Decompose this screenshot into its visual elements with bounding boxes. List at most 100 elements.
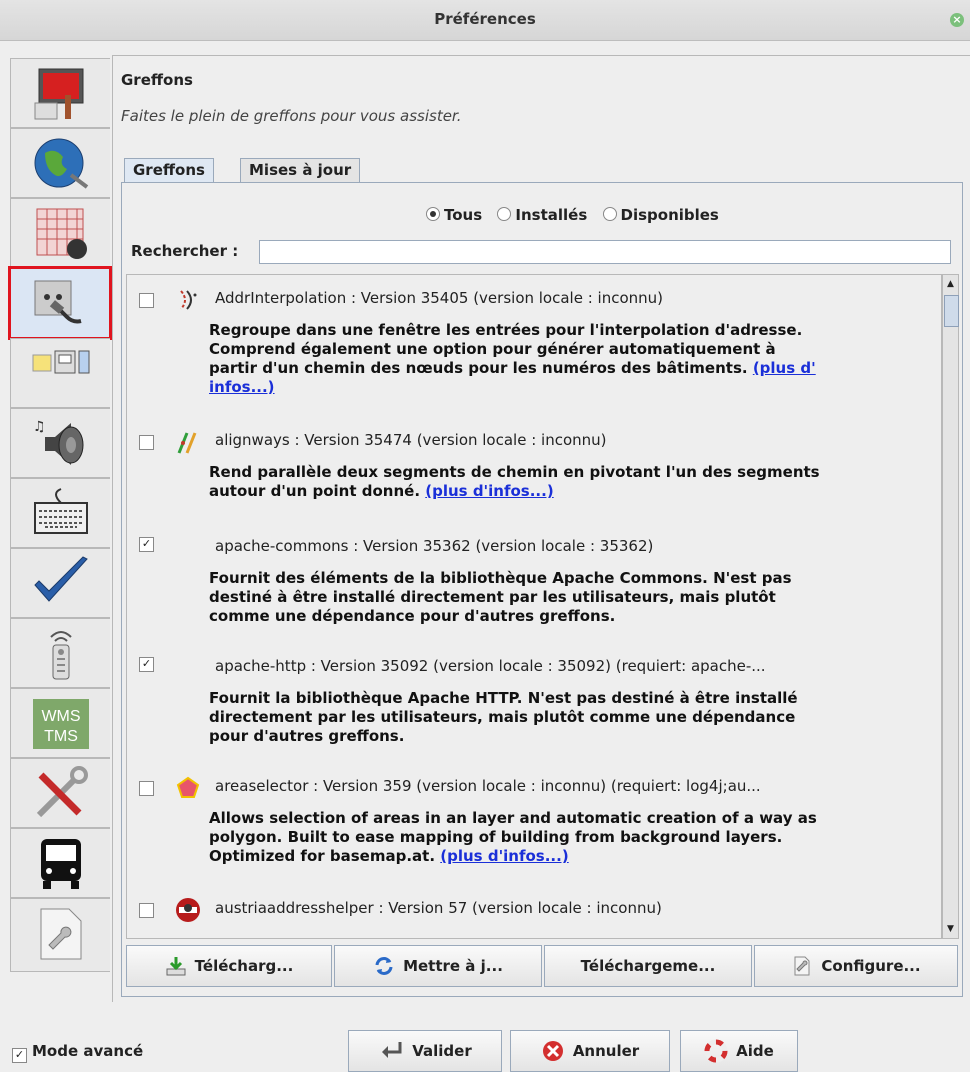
plugin-checkbox[interactable] (139, 903, 154, 918)
grid-projection-icon (36, 208, 87, 259)
sidebar-tab-map[interactable] (10, 128, 110, 198)
remote-control-icon (50, 631, 72, 680)
cancel-button[interactable]: Annuler (510, 1030, 670, 1072)
button-label: Mettre à j... (403, 957, 503, 975)
dialog-footer: ✓ Mode avancé Valider Annuler Aide (0, 1020, 970, 1072)
desc-line: directement par les utilisateurs, mais p… (209, 708, 796, 726)
sidebar-tab-remote[interactable] (10, 618, 110, 688)
desc-line: Fournit des éléments de la bibliothèque … (209, 569, 792, 587)
more-info-link[interactable]: (plus d'infos...) (425, 482, 553, 500)
plugin-checkbox[interactable]: ✓ (139, 657, 154, 672)
plugin-title: apache-commons : Version 35362 (version … (215, 537, 654, 555)
sidebar-tab-plugin-settings[interactable] (10, 898, 110, 972)
sidebar-tab-toolbar[interactable] (10, 338, 110, 408)
sidebar-tab-imagery[interactable]: WMS TMS (10, 688, 110, 758)
plugin-list-scrollbar[interactable]: ▲ ▼ (942, 274, 959, 939)
plugin-title: austriaaddresshelper : Version 57 (versi… (215, 899, 662, 917)
sidebar-tab-validator[interactable] (10, 548, 110, 618)
plugin-list: AddrInterpolation : Version 35405 (versi… (126, 274, 942, 939)
download-list-button[interactable]: Téléchargeme... (544, 945, 752, 987)
plugin-description: Allows selection of areas in an layer an… (209, 809, 929, 866)
addr-interpolation-icon (180, 290, 197, 310)
sidebar-tab-display[interactable] (10, 58, 110, 128)
panel-subtitle: Faites le plein de greffons pour vous as… (121, 107, 462, 125)
radio-label: Disponibles (620, 206, 719, 224)
plugin-description: Fournit la bibliothèque Apache HTTP. N'e… (209, 689, 929, 746)
title-bar: Préférences × (0, 0, 970, 41)
tab-updates[interactable]: Mises à jour (240, 158, 361, 182)
advanced-mode-checkbox[interactable]: ✓ Mode avancé (12, 1042, 143, 1063)
button-label: Téléchargeme... (580, 957, 716, 975)
desc-line: Optimized for basemap.at. (209, 847, 436, 865)
toolbar-icon (32, 350, 90, 374)
sidebar-tab-advanced[interactable] (10, 758, 110, 828)
radio-dot (497, 207, 512, 221)
button-label: Configure... (821, 957, 921, 975)
globe-icon (34, 138, 89, 189)
tab-plugins[interactable]: Greffons (124, 158, 214, 182)
radio-installed[interactable]: Installés (497, 206, 587, 224)
download-icon (166, 957, 186, 976)
wms-label: WMS (41, 708, 80, 725)
desc-line: partir d'un chemin des nœuds pour les nu… (209, 359, 748, 377)
scroll-down-icon[interactable]: ▼ (944, 922, 957, 936)
sidebar-tab-transit[interactable] (10, 828, 110, 898)
sidebar-tab-keyboard[interactable] (10, 478, 110, 548)
lifebuoy-icon (704, 1039, 728, 1063)
plugin-checkbox[interactable]: ✓ (139, 537, 154, 552)
configure-button[interactable]: Configure... (754, 945, 958, 987)
paint-display-icon (34, 68, 84, 120)
sidebar-tab-audio[interactable]: ♫ (10, 408, 110, 478)
more-info-link[interactable]: (plus d'infos...) (440, 847, 568, 865)
plugin-action-bar: Télécharg... Mettre à j... Téléchargeme.… (126, 945, 958, 989)
refresh-icon (375, 957, 393, 975)
filter-radio-group: Tous Installés Disponibles (426, 206, 729, 224)
checkmark-icon (34, 556, 88, 602)
radio-label: Installés (515, 206, 588, 224)
window-title: Préférences (434, 10, 536, 28)
austria-address-icon (176, 898, 200, 922)
search-input[interactable] (259, 240, 951, 264)
plugin-title: AddrInterpolation : Version 35405 (versi… (215, 289, 664, 307)
button-label: Aide (736, 1042, 774, 1060)
sidebar-tab-projection[interactable] (10, 198, 110, 268)
radio-label: Tous (444, 206, 483, 224)
plugin-description: Fournit des éléments de la bibliothèque … (209, 569, 929, 626)
desc-line: Rend parallèle deux segments de chemin e… (209, 463, 820, 481)
more-info-link[interactable]: (plus d' (753, 359, 816, 377)
sidebar-tab-plugins[interactable] (8, 266, 112, 340)
ok-button[interactable]: Valider (348, 1030, 502, 1072)
scroll-up-icon[interactable]: ▲ (944, 277, 957, 291)
desc-line: Allows selection of areas in an layer an… (209, 809, 817, 827)
desc-line: Comprend également une option pour génér… (209, 340, 776, 358)
alignways-icon (177, 432, 197, 454)
radio-dot (602, 207, 617, 221)
desc-line: Regroupe dans une fenêtre les entrées po… (209, 321, 803, 339)
cancel-icon (542, 1041, 563, 1061)
download-button[interactable]: Télécharg... (126, 945, 332, 987)
button-label: Annuler (572, 1042, 640, 1060)
areaselector-icon (176, 776, 200, 798)
plugin-description: Rend parallèle deux segments de chemin e… (209, 463, 929, 501)
speaker-icon: ♫ (33, 419, 84, 465)
checkbox-box: ✓ (12, 1048, 27, 1063)
svg-text:♫: ♫ (33, 419, 46, 435)
more-info-link[interactable]: infos...) (209, 378, 275, 396)
help-button[interactable]: Aide (680, 1030, 798, 1072)
desc-line: Fournit la bibliothèque Apache HTTP. N'e… (209, 689, 798, 707)
radio-all[interactable]: Tous (426, 206, 482, 224)
update-button[interactable]: Mettre à j... (334, 945, 542, 987)
radio-available[interactable]: Disponibles (602, 206, 719, 224)
plugin-checkbox[interactable] (139, 781, 154, 796)
search-label: Rechercher : (131, 242, 239, 260)
scroll-thumb[interactable] (944, 295, 959, 327)
button-label: Valider (412, 1042, 472, 1060)
enter-arrow-icon (382, 1042, 402, 1058)
close-icon[interactable]: × (950, 13, 964, 27)
plugin-checkbox[interactable] (139, 293, 154, 308)
radio-dot (426, 207, 440, 221)
document-wrench-icon (40, 908, 82, 960)
plugin-title: alignways : Version 35474 (version local… (215, 431, 607, 449)
plugin-checkbox[interactable] (139, 435, 154, 450)
plugin-title: apache-http : Version 35092 (version loc… (215, 657, 766, 675)
